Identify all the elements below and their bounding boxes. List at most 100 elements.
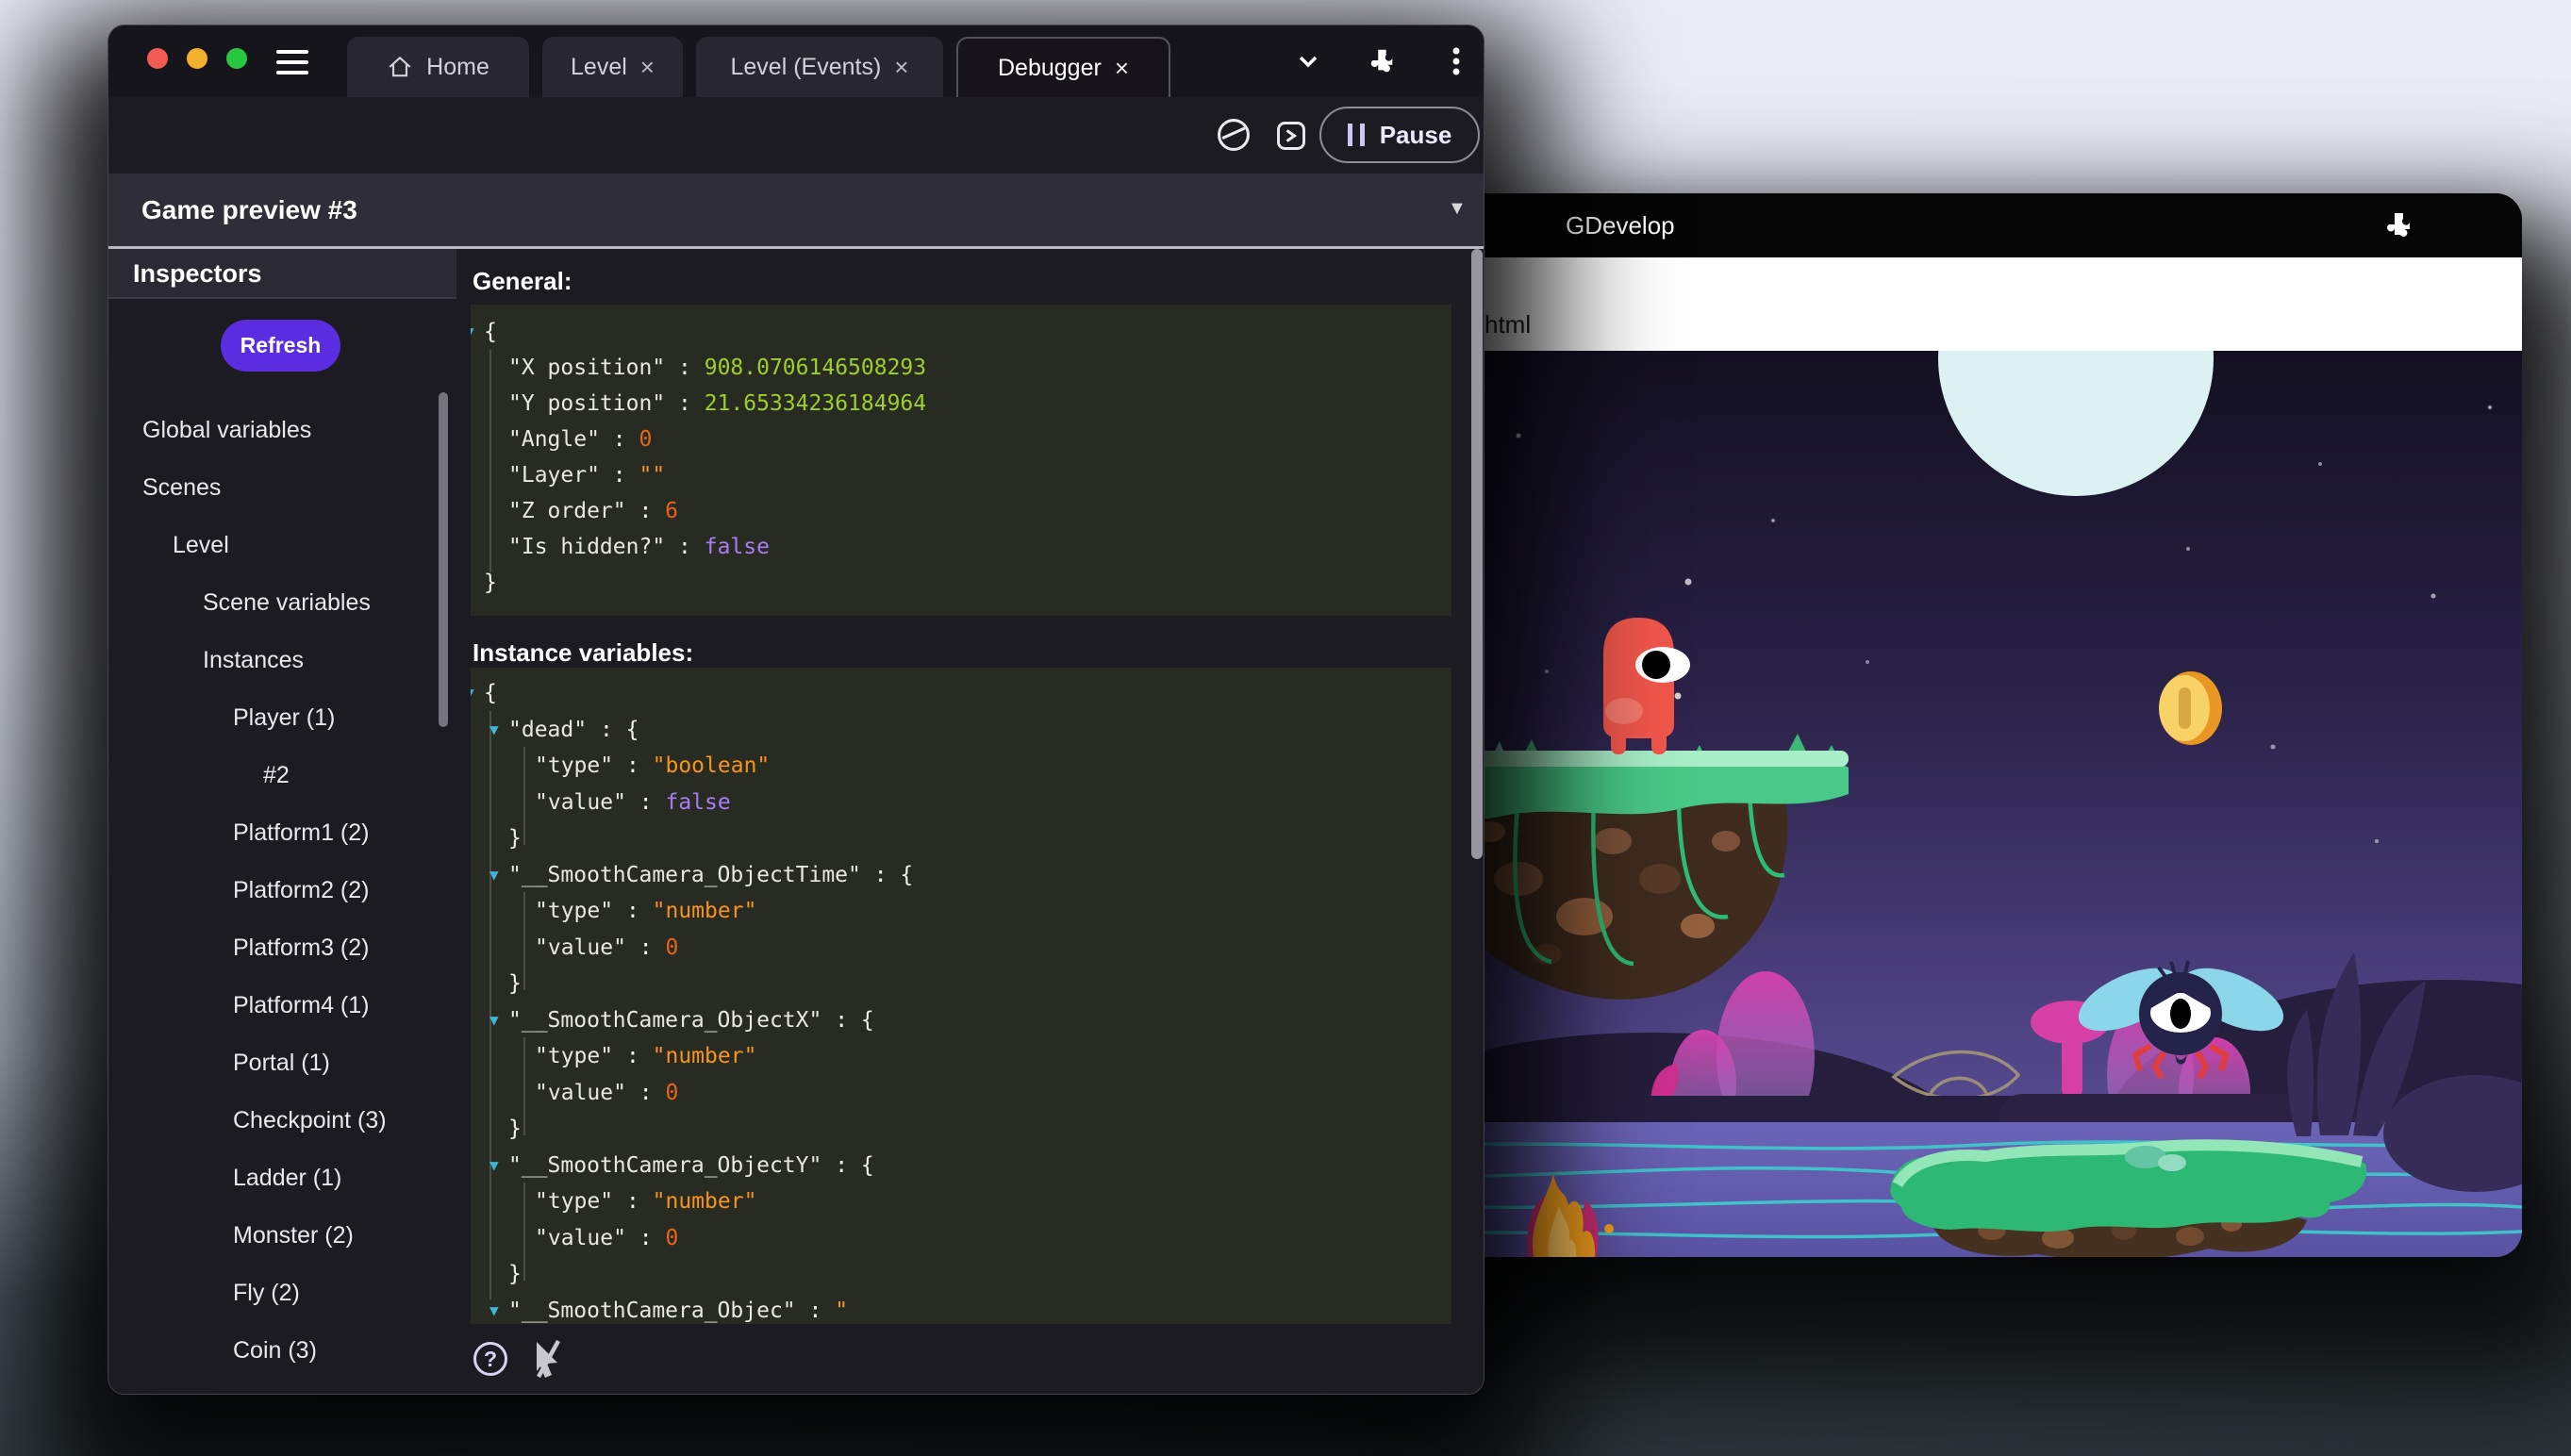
json-row[interactable]: "value" : false: [471, 785, 1451, 821]
json-row[interactable]: }: [471, 565, 1451, 601]
tab-level[interactable]: Level ×: [542, 37, 683, 97]
json-value: {: [484, 320, 497, 344]
chevron-down-icon[interactable]: [1293, 25, 1323, 97]
json-row[interactable]: "Z order" : 6: [471, 493, 1451, 529]
json-row[interactable]: "value" : 0: [471, 1075, 1451, 1112]
json-row[interactable]: "Y position" : 21.65334236184964: [471, 386, 1451, 422]
json-row[interactable]: }: [471, 820, 1451, 857]
hamburger-menu-icon[interactable]: [276, 50, 308, 81]
json-row[interactable]: }: [471, 966, 1451, 1002]
general-json-view[interactable]: ▼{"X position" : 908.0706146508293"Y pos…: [471, 305, 1451, 616]
json-value: 0: [665, 935, 678, 960]
tab-debugger[interactable]: Debugger×: [956, 37, 1170, 97]
collapse-triangle-icon[interactable]: ▼: [471, 314, 474, 350]
sidebar-scrollbar[interactable]: [439, 392, 448, 727]
json-row[interactable]: "Layer" : "": [471, 457, 1451, 493]
json-key: "__SmoothCamera_ObjectY": [508, 1153, 821, 1178]
pick-element-off-icon[interactable]: [530, 1338, 566, 1380]
general-section-title: General:: [473, 267, 572, 296]
json-row[interactable]: "type" : "number": [471, 1183, 1451, 1220]
tree-item-coin-3[interactable]: Coin (3): [108, 1322, 456, 1380]
tree-item-fly-2[interactable]: Fly (2): [108, 1265, 456, 1322]
tree-item-player-1[interactable]: Player (1): [108, 689, 456, 747]
json-value: }: [484, 571, 497, 595]
puzzle-icon[interactable]: [2382, 209, 2414, 241]
tree-item-platform1-2[interactable]: Platform1 (2): [108, 804, 456, 862]
json-row[interactable]: "Is hidden?" : false: [471, 529, 1451, 565]
json-colon: :: [861, 863, 901, 887]
close-tab-icon[interactable]: ×: [1115, 54, 1129, 83]
json-colon: :: [665, 535, 705, 559]
json-key: "__SmoothCamera_ObjectTime": [508, 863, 861, 887]
json-colon: :: [796, 1299, 836, 1323]
json-row[interactable]: "type" : "boolean": [471, 748, 1451, 785]
json-row[interactable]: ▼"__SmoothCamera_ObjectX" : {: [471, 1002, 1451, 1039]
json-row[interactable]: "X position" : 908.0706146508293: [471, 350, 1451, 386]
game-scene[interactable]: [1377, 351, 2522, 1257]
tree-item-movingplatform-1[interactable]: MovingPlatform (1): [108, 1380, 456, 1395]
json-value: 908.0706146508293: [705, 356, 926, 380]
extensions-puzzle-icon[interactable]: [1367, 25, 1397, 97]
tab-label: Level: [571, 54, 627, 81]
panel-scrollbar[interactable]: [1471, 249, 1483, 859]
json-value: ": [835, 1299, 848, 1323]
tab-home[interactable]: Home: [347, 37, 529, 97]
json-row[interactable]: }: [471, 1256, 1451, 1293]
tree-item-monster-2[interactable]: Monster (2): [108, 1207, 456, 1265]
collapse-triangle-icon[interactable]: ▼: [489, 712, 499, 749]
game-preview-label: Game preview #3: [141, 174, 357, 246]
tree-item-level[interactable]: Level: [108, 517, 456, 574]
game-address-bar[interactable]: html: [1377, 257, 2522, 352]
instance-variables-json-view[interactable]: ▼{▼"dead" : {"type" : "boolean""value" :…: [471, 668, 1451, 1332]
json-row[interactable]: }: [471, 1111, 1451, 1148]
pause-button[interactable]: Pause: [1319, 107, 1480, 163]
refresh-button[interactable]: Refresh: [221, 320, 340, 372]
json-row[interactable]: "type" : "number": [471, 893, 1451, 930]
json-colon: :: [665, 356, 705, 380]
json-row[interactable]: "Angle" : 0: [471, 422, 1451, 457]
dropdown-triangle-icon: ▼: [1448, 198, 1467, 220]
maximize-window-button[interactable]: [226, 48, 247, 69]
tree-item-platform4-1[interactable]: Platform4 (1): [108, 977, 456, 1034]
tree-item-scenes[interactable]: Scenes: [108, 459, 456, 517]
collapse-triangle-icon[interactable]: ▼: [489, 1002, 499, 1039]
json-row[interactable]: "value" : 0: [471, 930, 1451, 967]
minimize-window-button[interactable]: [187, 48, 207, 69]
tree-item-portal-1[interactable]: Portal (1): [108, 1034, 456, 1092]
tab-label: Home: [426, 54, 489, 81]
help-icon[interactable]: ?: [473, 1342, 507, 1376]
kebab-menu-icon[interactable]: [1451, 25, 1461, 97]
json-value: "": [639, 463, 665, 488]
collapse-triangle-icon[interactable]: ▼: [489, 1148, 499, 1184]
json-row[interactable]: ▼"__SmoothCamera_ObjectY" : {: [471, 1148, 1451, 1184]
tree-item-ladder-1[interactable]: Ladder (1): [108, 1150, 456, 1207]
inspector-panel: General: ▼{"X position" : 908.0706146508…: [456, 249, 1484, 1394]
json-key: "value": [535, 790, 626, 815]
close-window-button[interactable]: [147, 48, 168, 69]
close-tab-icon[interactable]: ×: [640, 53, 655, 82]
console-icon[interactable]: [1274, 119, 1308, 153]
json-key: "__SmoothCamera_Objec": [508, 1299, 796, 1323]
json-row[interactable]: "value" : 0: [471, 1220, 1451, 1257]
profiler-gauge-icon[interactable]: [1216, 117, 1252, 153]
json-key: "Is hidden?": [508, 535, 665, 559]
tree-item-checkpoint-3[interactable]: Checkpoint (3): [108, 1092, 456, 1150]
close-tab-icon[interactable]: ×: [894, 53, 908, 82]
collapse-triangle-icon[interactable]: ▼: [489, 857, 499, 894]
tab-level-events[interactable]: Level (Events)×: [696, 37, 943, 97]
json-row[interactable]: ▼{: [471, 675, 1451, 712]
tree-item-instances[interactable]: Instances: [108, 632, 456, 689]
tree-item-2[interactable]: #2: [108, 747, 456, 804]
json-row[interactable]: ▼{: [471, 314, 1451, 350]
json-colon: :: [821, 1008, 861, 1033]
tree-item-platform2-2[interactable]: Platform2 (2): [108, 862, 456, 919]
json-row[interactable]: ▼"__SmoothCamera_ObjectTime" : {: [471, 857, 1451, 894]
tree-item-platform3-2[interactable]: Platform3 (2): [108, 919, 456, 977]
game-preview-selector[interactable]: Game preview #3 ▼: [108, 174, 1484, 246]
tab-strip: HomeLevel×Level (Events)×Debugger×: [347, 37, 1170, 97]
collapse-triangle-icon[interactable]: ▼: [471, 675, 474, 712]
tree-item-scene-variables[interactable]: Scene variables: [108, 574, 456, 632]
json-row[interactable]: ▼"dead" : {: [471, 712, 1451, 749]
json-row[interactable]: "type" : "number": [471, 1038, 1451, 1075]
tree-item-global-variables[interactable]: Global variables: [108, 402, 456, 459]
